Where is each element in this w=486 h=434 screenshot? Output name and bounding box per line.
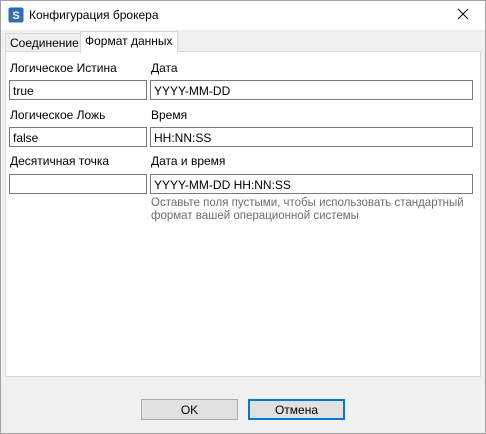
- empty-fields-hint: Оставьте поля пустыми, чтобы использоват…: [151, 197, 464, 222]
- tab-bar: Соединение Формат данных: [5, 31, 479, 53]
- tab-data-format[interactable]: Формат данных: [80, 31, 178, 53]
- close-button[interactable]: [441, 1, 485, 30]
- logical-false-field[interactable]: false: [9, 127, 147, 147]
- dialog-window: S Конфигурация брокера Соединение Формат…: [0, 0, 486, 434]
- time-format-field[interactable]: HH:NN:SS: [150, 127, 473, 147]
- close-icon: [457, 8, 469, 23]
- logical-true-label: Логическое Истина: [10, 61, 117, 75]
- date-label: Дата: [151, 61, 178, 75]
- tab-connection[interactable]: Соединение: [5, 33, 84, 52]
- datetime-label: Дата и время: [151, 154, 226, 168]
- logical-true-field[interactable]: true: [9, 80, 147, 100]
- logical-false-label: Логическое Ложь: [10, 108, 106, 122]
- title-bar: S Конфигурация брокера: [1, 1, 485, 30]
- svg-text:S: S: [12, 10, 19, 22]
- decimal-point-label: Десятичная точка: [10, 154, 110, 168]
- decimal-point-field[interactable]: [9, 174, 147, 194]
- date-format-field[interactable]: YYYY-MM-DD: [150, 80, 473, 100]
- datetime-format-field[interactable]: YYYY-MM-DD HH:NN:SS: [150, 174, 473, 194]
- cancel-button[interactable]: Отмена: [248, 399, 345, 420]
- ok-button[interactable]: OK: [141, 399, 238, 420]
- window-title: Конфигурация брокера: [29, 8, 159, 22]
- time-label: Время: [151, 108, 188, 122]
- tab-panel-data-format: Логическое Истина true Логическое Ложь f…: [5, 51, 481, 377]
- app-logo-icon: S: [8, 7, 24, 23]
